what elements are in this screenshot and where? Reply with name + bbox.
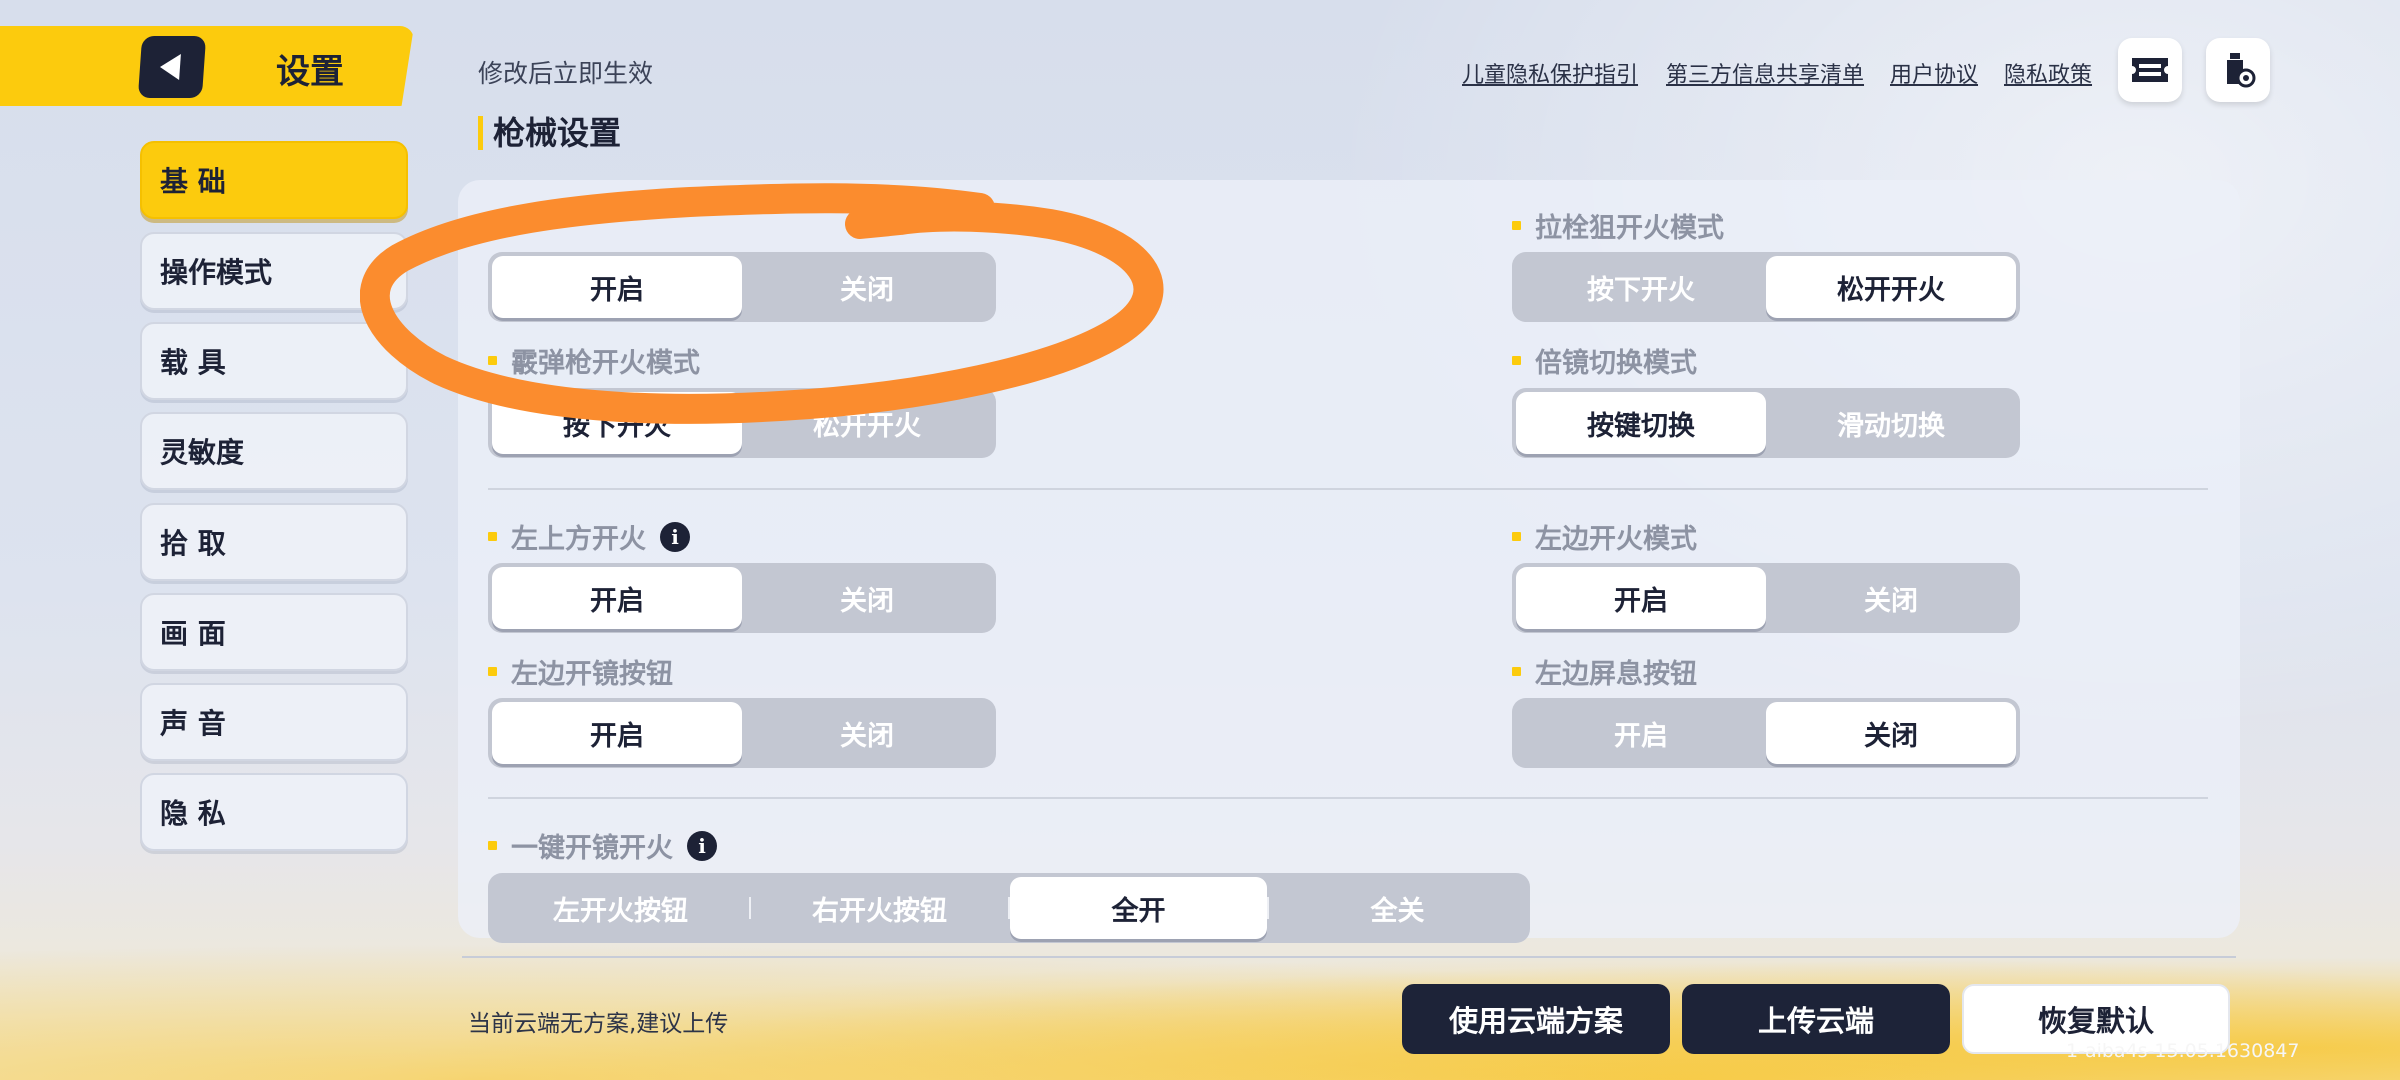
bullet-dot — [488, 841, 497, 850]
toggle-off[interactable]: 关闭 — [742, 702, 992, 764]
use-cloud-scheme-button[interactable]: 使用云端方案 — [1402, 984, 1670, 1054]
third-party-sharing-link[interactable]: 第三方信息共享清单 — [1666, 57, 1864, 89]
section-divider — [488, 488, 2208, 490]
item-settings-button[interactable] — [2206, 38, 2270, 102]
toggle-on[interactable]: 开启 — [492, 567, 742, 629]
scope-switch-mode-toggle[interactable]: 按键切换 滑动切换 — [1512, 388, 2020, 458]
key-switch-option[interactable]: 按键切换 — [1516, 392, 1766, 454]
toggle-off[interactable]: 关闭 — [1766, 702, 2016, 764]
sidebar-item-label: 基 础 — [160, 165, 226, 198]
back-button[interactable] — [137, 36, 207, 98]
sidebar-item-label: 隐 私 — [160, 797, 226, 830]
bullet-dot — [488, 532, 497, 541]
scope-switch-mode-label: 倍镜切换模式 — [1512, 341, 1697, 380]
press-fire-option[interactable]: 按下开火 — [1516, 256, 1766, 318]
footer-divider — [462, 956, 2236, 958]
settings-banner — [0, 26, 414, 106]
page-title: 设置 — [276, 52, 344, 92]
bullet-dot — [1512, 532, 1521, 541]
toggle-off[interactable]: 关闭 — [742, 567, 992, 629]
bullet-dot — [488, 667, 497, 676]
info-icon[interactable]: i — [660, 521, 690, 552]
right-fire-button-option[interactable]: 右开火按钮 — [751, 877, 1008, 939]
bullet-dot — [1512, 356, 1521, 365]
bottle-settings-icon — [2227, 53, 2256, 88]
toggle-off[interactable]: 关闭 — [1766, 567, 2016, 629]
children-privacy-link[interactable]: 儿童隐私保护指引 — [1462, 57, 1638, 89]
bolt-sniper-fire-mode-label: 拉栓狙开火模式 — [1512, 206, 1724, 245]
left-fire-button-option[interactable]: 左开火按钮 — [492, 877, 749, 939]
one-key-scope-fire-label: 一键开镜开火 i — [488, 826, 717, 865]
toggle-on[interactable]: 开启 — [1516, 702, 1766, 764]
sidebar-item-label: 载 具 — [160, 346, 226, 379]
cloud-status-text: 当前云端无方案,建议上传 — [468, 1011, 729, 1037]
left-scope-button-label: 左边开镜按钮 — [488, 652, 673, 691]
top-left-fire-label: 左上方开火 i — [488, 517, 690, 556]
ticket-icon — [2132, 58, 2168, 82]
version-label: 1-aiba4s-15.05.1630847 — [2066, 1040, 2300, 1062]
section-title: 枪械设置 — [478, 116, 621, 150]
left-scope-button-toggle[interactable]: 开启 关闭 — [488, 698, 996, 768]
left-fire-mode-label: 左边开火模式 — [1512, 517, 1697, 556]
toggle-on[interactable]: 开启 — [492, 702, 742, 764]
sidebar-item-audio[interactable]: 声 音 — [140, 683, 408, 761]
release-fire-option[interactable]: 松开开火 — [1766, 256, 2016, 318]
user-agreement-link[interactable]: 用户协议 — [1890, 57, 1978, 89]
slide-switch-option[interactable]: 滑动切换 — [1766, 392, 2016, 454]
left-hold-breath-button-toggle[interactable]: 开启 关闭 — [1512, 698, 2020, 768]
all-on-option[interactable]: 全开 — [1010, 877, 1267, 939]
sidebar-item-label: 灵敏度 — [160, 436, 245, 469]
bullet-dot — [1512, 667, 1521, 676]
sidebar-item-graphics[interactable]: 画 面 — [140, 593, 408, 671]
sidebar-item-label: 拾 取 — [160, 527, 226, 560]
apply-immediately-notice: 修改后立即生效 — [478, 59, 654, 88]
sidebar-item-label: 操作模式 — [160, 256, 273, 289]
back-arrow-icon — [159, 54, 181, 80]
one-key-scope-fire-selector[interactable]: 左开火按钮 右开火按钮 全开 全关 — [488, 873, 1530, 943]
annotation-circle — [360, 183, 1164, 424]
top-left-fire-toggle[interactable]: 开启 关闭 — [488, 563, 996, 633]
bullet-dot — [1512, 221, 1521, 230]
ticket-button[interactable] — [2118, 38, 2182, 102]
sidebar-item-privacy[interactable]: 隐 私 — [140, 773, 408, 851]
bolt-sniper-fire-mode-toggle[interactable]: 按下开火 松开开火 — [1512, 252, 2020, 322]
all-off-option[interactable]: 全关 — [1269, 877, 1526, 939]
section-divider — [488, 797, 2208, 799]
privacy-policy-link[interactable]: 隐私政策 — [2004, 57, 2092, 89]
toggle-on[interactable]: 开启 — [1516, 567, 1766, 629]
sidebar-item-label: 声 音 — [160, 707, 226, 740]
upload-cloud-button[interactable]: 上传云端 — [1682, 984, 1950, 1054]
left-hold-breath-button-label: 左边屏息按钮 — [1512, 652, 1697, 691]
info-icon[interactable]: i — [687, 830, 717, 861]
sidebar-item-pickup[interactable]: 拾 取 — [140, 503, 408, 581]
sidebar-item-label: 画 面 — [160, 617, 226, 650]
left-fire-mode-toggle[interactable]: 开启 关闭 — [1512, 563, 2020, 633]
